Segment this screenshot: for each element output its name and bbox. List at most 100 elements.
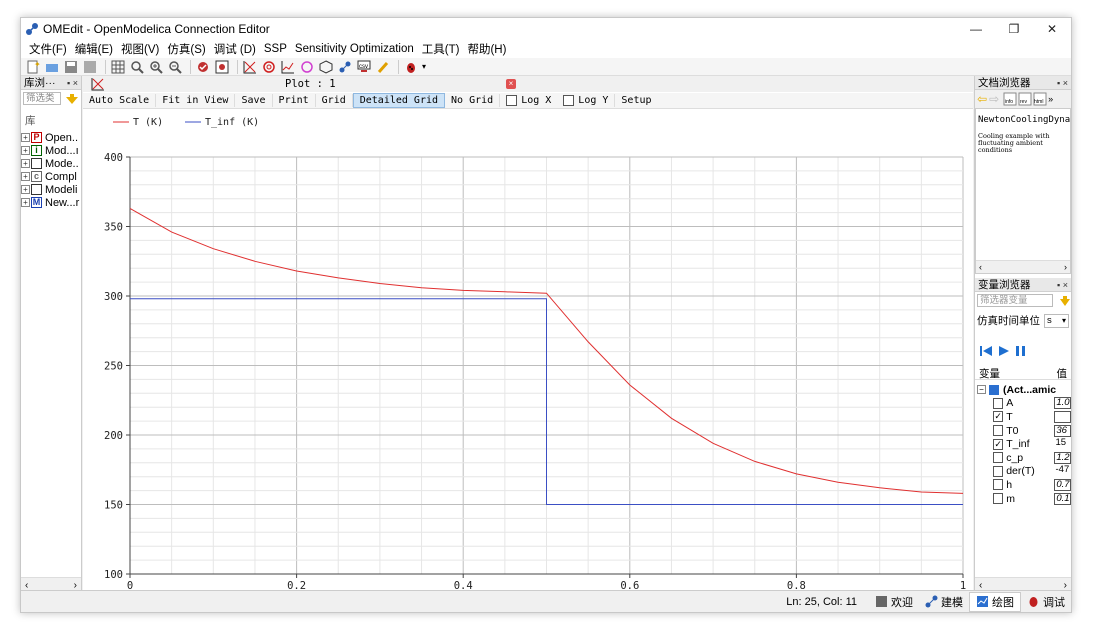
tab-plotting[interactable]: 绘图 xyxy=(969,591,1021,612)
no-grid-button[interactable]: No Grid xyxy=(445,94,501,107)
library-tree-item[interactable]: + Modeli xyxy=(21,183,81,196)
scroll-right-icon[interactable]: › xyxy=(1064,580,1067,591)
back-arrow-icon[interactable]: ⇦ xyxy=(977,92,987,106)
pause-icon[interactable] xyxy=(1014,344,1028,358)
variable-checkbox[interactable] xyxy=(993,493,1004,505)
restore-button[interactable]: ❐ xyxy=(995,18,1033,40)
export-csv-icon[interactable]: csv xyxy=(356,59,372,75)
menu-ssp[interactable]: SSP xyxy=(260,43,291,55)
menu-file[interactable]: 文件(F) xyxy=(25,41,71,57)
save-icon[interactable] xyxy=(63,59,79,75)
menu-sensitivity[interactable]: Sensitivity Optimization xyxy=(291,43,418,55)
library-tree-item[interactable]: + Mode.. xyxy=(21,157,81,170)
minimize-button[interactable]: — xyxy=(957,18,995,40)
expand-icon[interactable]: + xyxy=(21,146,30,155)
save-all-icon[interactable] xyxy=(82,59,98,75)
close-plot-icon[interactable]: × xyxy=(506,79,516,89)
variable-value[interactable]: 1.0 xyxy=(1054,397,1071,410)
line-chart[interactable]: 10015020025030035040000.20.40.60.81time … xyxy=(83,110,973,605)
info-icon[interactable]: info xyxy=(1003,92,1017,106)
forward-arrow-icon[interactable]: ⇨ xyxy=(989,92,999,106)
zoom-reset-icon[interactable] xyxy=(129,59,145,75)
plot-area[interactable]: 10015020025030035040000.20.40.60.81time … xyxy=(83,110,973,605)
save-plot-button[interactable]: Save xyxy=(235,94,273,107)
menu-help[interactable]: 帮助(H) xyxy=(463,41,510,57)
menu-tools[interactable]: 工具(T) xyxy=(418,41,464,57)
close-button[interactable]: ✕ xyxy=(1033,18,1071,40)
panel-float-close-icon[interactable]: ▪ × xyxy=(1057,280,1068,290)
variable-value[interactable]: 0.7 xyxy=(1054,478,1071,491)
variable-checkbox[interactable] xyxy=(993,465,1004,477)
tab-debugging[interactable]: 调试 xyxy=(1021,592,1071,612)
variable-row[interactable]: c_p 1.2 xyxy=(975,451,1071,465)
variable-value[interactable]: 36 xyxy=(1054,424,1071,437)
zoom-out-icon[interactable] xyxy=(167,59,183,75)
more-icon[interactable]: » xyxy=(1048,94,1053,104)
zoom-in-icon[interactable] xyxy=(148,59,164,75)
expand-icon[interactable]: + xyxy=(21,159,30,168)
variable-value[interactable]: 1.2 xyxy=(1054,451,1071,464)
filter-arrow-icon[interactable] xyxy=(1059,295,1071,307)
collapse-icon[interactable]: − xyxy=(977,385,986,395)
variable-row[interactable]: m 0.1 xyxy=(975,492,1071,506)
library-tree-item[interactable]: + c Compl xyxy=(21,170,81,183)
variable-checkbox[interactable] xyxy=(993,425,1004,437)
grid-button[interactable]: Grid xyxy=(316,94,353,107)
clear-plot-icon[interactable] xyxy=(375,59,391,75)
new-file-icon[interactable]: ✦ xyxy=(25,59,41,75)
variable-row[interactable]: ✓ T xyxy=(975,410,1071,424)
col-variable[interactable]: 变量 xyxy=(979,366,1000,380)
library-filter-input[interactable]: 筛选类 xyxy=(23,92,61,105)
menu-edit[interactable]: 编辑(E) xyxy=(71,41,117,57)
variable-row[interactable]: der(T) -47 xyxy=(975,465,1071,479)
fit-in-view-button[interactable]: Fit in View xyxy=(156,94,236,107)
network-icon[interactable] xyxy=(337,59,353,75)
chevron-down-icon[interactable]: ▾ xyxy=(422,62,426,71)
variable-value[interactable] xyxy=(1054,410,1071,423)
detailed-grid-button[interactable]: Detailed Grid xyxy=(352,93,446,108)
log-x-checkbox[interactable]: Log X xyxy=(500,95,557,106)
html-icon[interactable]: html xyxy=(1033,92,1047,106)
array-parametric-plot-icon[interactable] xyxy=(299,59,315,75)
variable-value[interactable]: 0.1 xyxy=(1054,492,1071,505)
scroll-left-icon[interactable]: ‹ xyxy=(25,580,28,591)
expand-icon[interactable]: + xyxy=(21,172,30,181)
auto-scale-button[interactable]: Auto Scale xyxy=(83,94,157,107)
legend-label[interactable]: T_inf (K) xyxy=(205,117,259,128)
variable-checkbox[interactable] xyxy=(993,452,1004,464)
col-value[interactable]: 值 xyxy=(1057,366,1068,380)
parametric-plot-icon[interactable] xyxy=(261,59,277,75)
tab-welcome[interactable]: 欢迎 xyxy=(869,592,919,612)
panel-float-close-icon[interactable]: ▪ × xyxy=(67,78,78,88)
expand-icon[interactable]: + xyxy=(21,198,30,207)
variable-checkbox[interactable] xyxy=(993,397,1004,409)
check-model-icon[interactable] xyxy=(195,59,211,75)
revisions-icon[interactable]: rev xyxy=(1018,92,1032,106)
variable-checkbox[interactable]: ✓ xyxy=(993,411,1004,423)
library-tree-item[interactable]: + M New...r xyxy=(21,196,81,209)
diagram-window-icon[interactable] xyxy=(318,59,334,75)
rewind-icon[interactable] xyxy=(979,344,993,358)
open-folder-icon[interactable] xyxy=(44,59,60,75)
variable-checkbox[interactable]: ✓ xyxy=(993,438,1004,450)
legend-label[interactable]: T (K) xyxy=(133,117,163,128)
instantiate-icon[interactable] xyxy=(214,59,230,75)
scroll-left-icon[interactable]: ‹ xyxy=(979,580,982,591)
variable-filter-input[interactable]: 筛选器变量 xyxy=(977,294,1053,307)
menu-simulation[interactable]: 仿真(S) xyxy=(163,41,209,57)
doc-scrollbar[interactable]: ‹ › xyxy=(976,260,1070,273)
menu-debug[interactable]: 调试 (D) xyxy=(210,41,260,57)
debug-bug-icon[interactable] xyxy=(403,59,419,75)
library-tree-item[interactable]: + i Mod...ı xyxy=(21,144,81,157)
scroll-right-icon[interactable]: › xyxy=(1064,262,1067,272)
print-plot-button[interactable]: Print xyxy=(273,94,316,107)
expand-icon[interactable]: + xyxy=(21,133,30,142)
array-plot-icon[interactable] xyxy=(280,59,296,75)
filter-arrow-icon[interactable] xyxy=(65,93,79,105)
variable-row[interactable]: ✓ T_inf 15 xyxy=(975,437,1071,451)
grid-icon[interactable] xyxy=(110,59,126,75)
log-x-box[interactable] xyxy=(506,95,518,106)
variable-row[interactable]: A 1.0 xyxy=(975,397,1071,411)
setup-button[interactable]: Setup xyxy=(614,94,657,107)
expand-icon[interactable]: + xyxy=(21,185,30,194)
